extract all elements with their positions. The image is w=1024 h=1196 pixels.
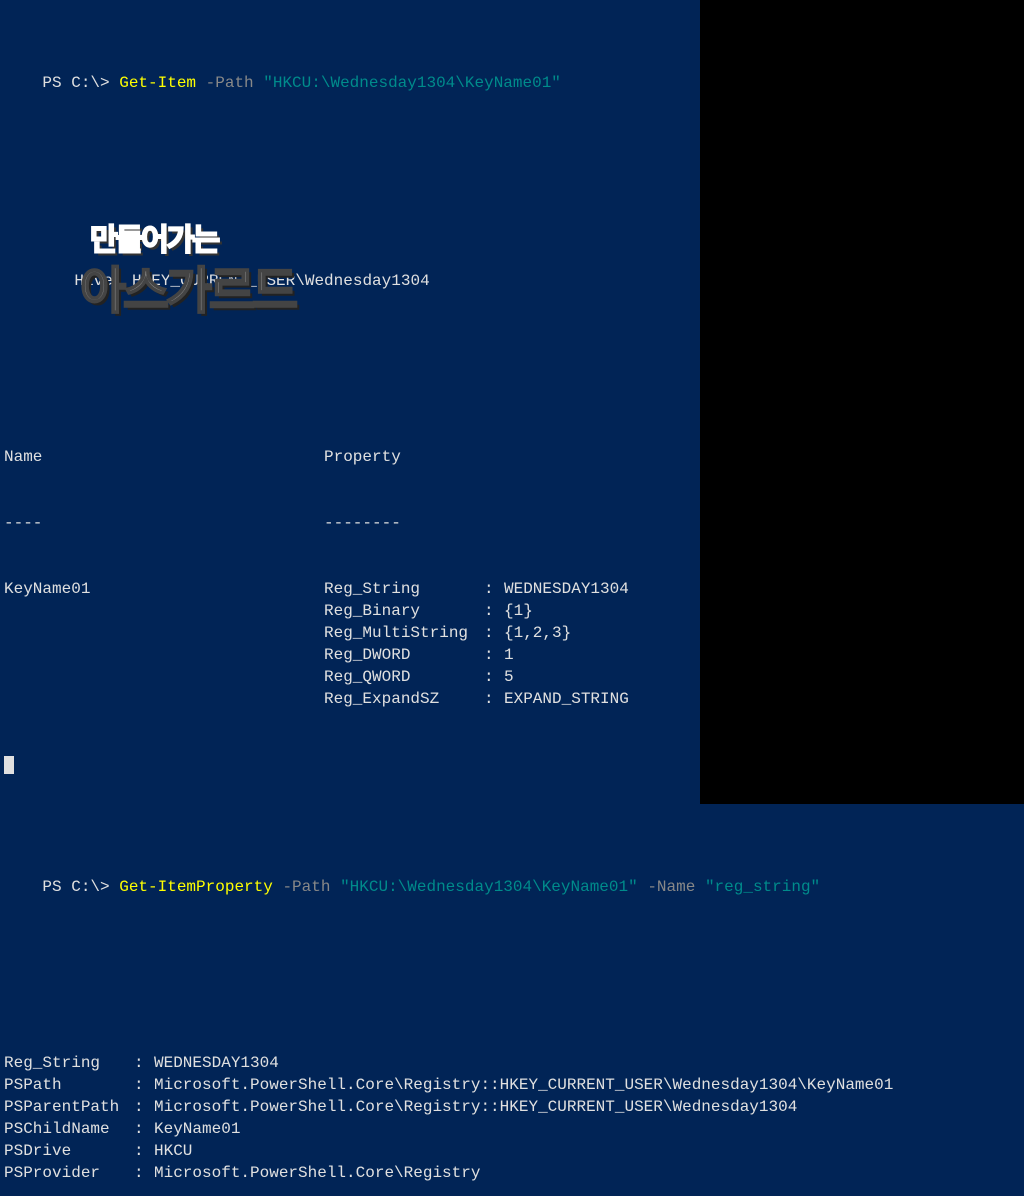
detail-value: WEDNESDAY1304 <box>154 1052 1020 1074</box>
detail-key: PSPath <box>4 1074 134 1096</box>
param-name: -Name <box>638 878 705 896</box>
property-key: Reg_Binary <box>324 600 484 622</box>
cursor-line <box>0 754 700 776</box>
param-path: -Path <box>196 74 263 92</box>
property-key: Reg_String <box>324 578 484 600</box>
terminal-block-2[interactable]: PS C:\> Get-ItemProperty -Path "HKCU:\We… <box>0 804 1024 1196</box>
param-path-value: "HKCU:\Wednesday1304\KeyName01" <box>340 878 638 896</box>
detail-row: PSDrive:HKCU <box>0 1140 1024 1162</box>
detail-row: PSChildName:KeyName01 <box>0 1118 1024 1140</box>
prompt: PS C:\> <box>42 74 119 92</box>
detail-key: Reg_String <box>4 1052 134 1074</box>
detail-row: PSProvider:Microsoft.PowerShell.Core\Reg… <box>0 1162 1024 1184</box>
property-value: 1 <box>504 644 696 666</box>
property-row: Reg_QWORD:5 <box>324 666 696 688</box>
detail-value: Microsoft.PowerShell.Core\Registry::HKEY… <box>154 1096 1020 1118</box>
detail-value: KeyName01 <box>154 1118 1020 1140</box>
property-key: Reg_MultiString <box>324 622 484 644</box>
detail-value: HKCU <box>154 1140 1020 1162</box>
property-row: Reg_String:WEDNESDAY1304 <box>324 578 696 600</box>
detail-value: Microsoft.PowerShell.Core\Registry <box>154 1162 1020 1184</box>
header-name: Name <box>4 446 324 468</box>
property-key: Reg_ExpandSZ <box>324 688 484 710</box>
command-line-2[interactable]: PS C:\> Get-ItemProperty -Path "HKCU:\We… <box>0 854 1024 920</box>
param-path-value: "HKCU:\Wednesday1304\KeyName01" <box>263 74 561 92</box>
cmdlet-name: Get-ItemProperty <box>119 878 273 896</box>
detail-key: PSDrive <box>4 1140 134 1162</box>
command-line-1[interactable]: PS C:\> Get-Item -Path "HKCU:\Wednesday1… <box>0 50 700 116</box>
hive-value: HKEY_CURRENT_USER\Wednesday1304 <box>132 272 430 290</box>
detail-value: Microsoft.PowerShell.Core\Registry::HKEY… <box>154 1074 1020 1096</box>
terminal-block-1[interactable]: PS C:\> Get-Item -Path "HKCU:\Wednesday1… <box>0 0 700 804</box>
detail-key: PSProvider <box>4 1162 134 1184</box>
detail-row: Reg_String:WEDNESDAY1304 <box>0 1052 1024 1074</box>
detail-row: PSParentPath:Microsoft.PowerShell.Core\R… <box>0 1096 1024 1118</box>
hive-label: Hive: <box>74 272 132 290</box>
property-value: {1,2,3} <box>504 622 696 644</box>
property-key: Reg_QWORD <box>324 666 484 688</box>
property-value: EXPAND_STRING <box>504 688 696 710</box>
property-row: Reg_DWORD:1 <box>324 644 696 666</box>
hive-output: Hive: HKEY_CURRENT_USER\Wednesday1304 <box>32 248 700 314</box>
header-property: Property <box>324 446 696 468</box>
prompt: PS C:\> <box>42 878 119 896</box>
property-value: {1} <box>504 600 696 622</box>
output-details: Reg_String:WEDNESDAY1304PSPath:Microsoft… <box>0 1052 1024 1184</box>
property-value: WEDNESDAY1304 <box>504 578 696 600</box>
property-row: Reg_MultiString:{1,2,3} <box>324 622 696 644</box>
detail-key: PSChildName <box>4 1118 134 1140</box>
cmdlet-name: Get-Item <box>119 74 196 92</box>
property-row: Reg_Binary:{1} <box>324 600 696 622</box>
detail-key: PSParentPath <box>4 1096 134 1118</box>
property-value: 5 <box>504 666 696 688</box>
property-row: Reg_ExpandSZ:EXPAND_STRING <box>324 688 696 710</box>
param-name-value: "reg_string" <box>705 878 820 896</box>
detail-row: PSPath:Microsoft.PowerShell.Core\Registr… <box>0 1074 1024 1096</box>
property-key: Reg_DWORD <box>324 644 484 666</box>
param-path: -Path <box>273 878 340 896</box>
table-header: Name Property <box>0 446 700 468</box>
table-divider: ---- -------- <box>0 512 700 534</box>
cursor-icon <box>4 756 14 774</box>
